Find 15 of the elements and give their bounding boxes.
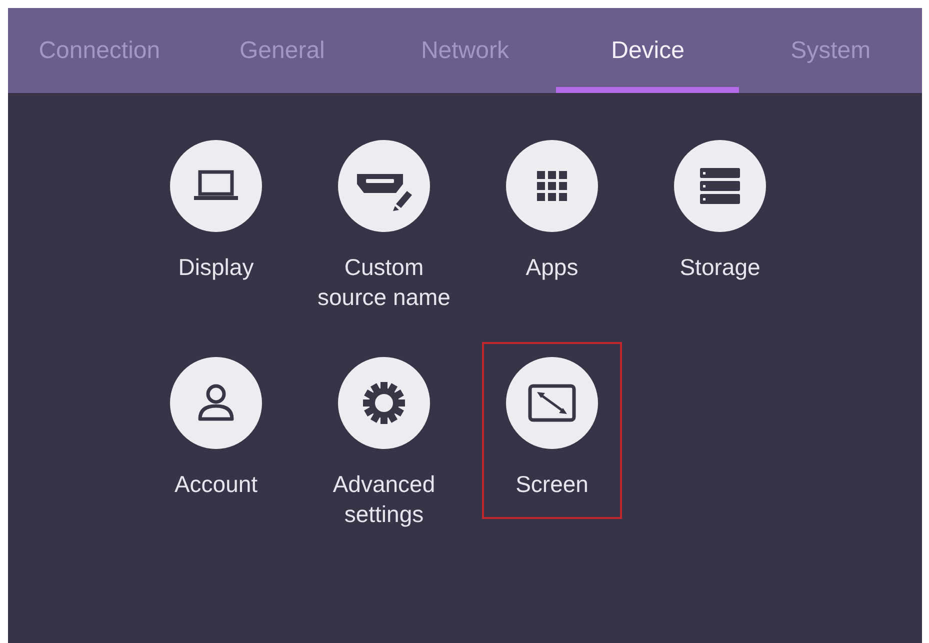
menu-item[interactable]: Storage	[674, 140, 766, 282]
menu-item[interactable]: Custom source name	[307, 140, 461, 312]
stacked-drives-icon	[674, 140, 766, 232]
tab[interactable]: Device	[556, 8, 740, 93]
grid-icon	[506, 140, 598, 232]
menu-item[interactable]: Display	[170, 140, 262, 282]
menu-item[interactable]: Apps	[506, 140, 598, 282]
resize-icon	[506, 357, 598, 449]
gear-icon	[338, 357, 430, 449]
menu-item[interactable]: Screen	[506, 357, 598, 499]
menu-item[interactable]: Advanced settings	[307, 357, 461, 529]
laptop-icon	[170, 140, 262, 232]
person-icon	[170, 357, 262, 449]
menu-item[interactable]: Account	[170, 357, 262, 499]
port-pencil-icon	[338, 140, 430, 232]
